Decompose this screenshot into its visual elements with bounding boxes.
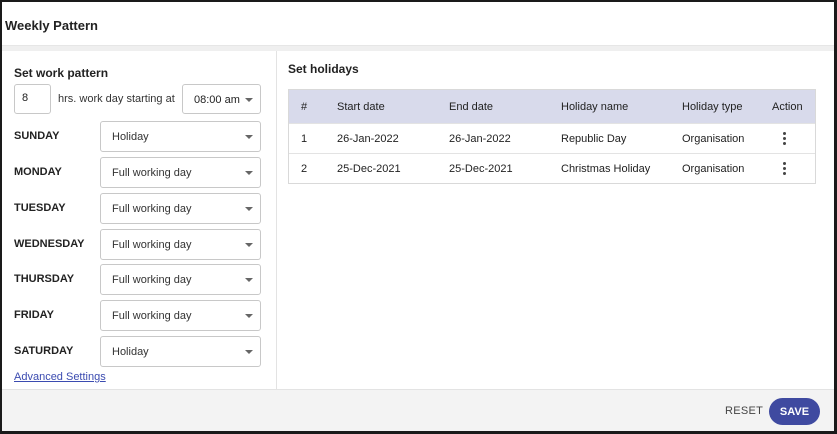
day-row-friday: FRIDAY Full working day (2, 300, 277, 332)
day-select-wednesday[interactable]: Full working day (100, 229, 261, 260)
column-header-holiday-name: Holiday name (561, 100, 629, 113)
column-header-start-date: Start date (337, 100, 385, 113)
table-row: 2 25-Dec-2021 25-Dec-2021 Christmas Holi… (289, 153, 815, 183)
row-action-cell (779, 154, 789, 183)
day-label: TUESDAY (14, 202, 66, 214)
day-row-tuesday: TUESDAY Full working day (2, 193, 277, 225)
table-row: 1 26-Jan-2022 26-Jan-2022 Republic Day O… (289, 123, 815, 153)
column-header-action: Action (772, 100, 803, 113)
cell-holiday-type: Organisation (682, 162, 745, 175)
more-vertical-icon[interactable] (779, 132, 789, 145)
cell-start-date: 26-Jan-2022 (337, 132, 399, 145)
hours-label: hrs. work day starting at (58, 93, 175, 105)
cell-end-date: 26-Jan-2022 (449, 132, 511, 145)
start-time-select[interactable]: 08:00 am (182, 84, 261, 114)
more-vertical-icon[interactable] (779, 162, 789, 175)
chevron-down-icon (245, 350, 253, 354)
day-select-friday[interactable]: Full working day (100, 300, 261, 331)
day-select-thursday[interactable]: Full working day (100, 264, 261, 295)
day-select-value: Full working day (112, 203, 192, 215)
panel-header: Weekly Pattern (2, 2, 834, 46)
chevron-down-icon (245, 135, 253, 139)
cell-number: 2 (301, 162, 308, 175)
day-row-thursday: THURSDAY Full working day (2, 264, 277, 296)
day-label: SUNDAY (14, 130, 60, 142)
cell-end-date: 25-Dec-2021 (449, 162, 513, 175)
advanced-settings-link[interactable]: Advanced Settings (14, 371, 106, 383)
start-time-value: 08:00 am (194, 94, 240, 106)
day-select-sunday[interactable]: Holiday (100, 121, 261, 152)
day-select-value: Full working day (112, 167, 192, 179)
day-select-saturday[interactable]: Holiday (100, 336, 261, 367)
work-pattern-section: Set work pattern 8 hrs. work day startin… (2, 51, 277, 389)
day-select-value: Full working day (112, 274, 192, 286)
day-label: WEDNESDAY (14, 238, 85, 250)
day-row-sunday: SUNDAY Holiday (2, 121, 277, 153)
chevron-down-icon (245, 171, 253, 175)
cell-number: 1 (301, 132, 308, 145)
day-label: THURSDAY (14, 273, 75, 285)
day-select-monday[interactable]: Full working day (100, 157, 261, 188)
day-select-tuesday[interactable]: Full working day (100, 193, 261, 224)
chevron-down-icon (245, 243, 253, 247)
work-pattern-title: Set work pattern (14, 66, 109, 80)
day-label: SATURDAY (14, 345, 74, 357)
cell-holiday-name: Republic Day (561, 132, 627, 145)
hours-input[interactable]: 8 (14, 84, 51, 114)
day-select-value: Full working day (112, 239, 192, 251)
reset-button[interactable]: RESET (725, 405, 763, 417)
footer-bar: RESET SAVE (2, 389, 834, 431)
cell-holiday-type: Organisation (682, 132, 745, 145)
save-button[interactable]: SAVE (769, 398, 820, 425)
day-select-value: Holiday (112, 346, 149, 358)
cell-start-date: 25-Dec-2021 (337, 162, 401, 175)
day-select-value: Full working day (112, 310, 192, 322)
chevron-down-icon (245, 98, 253, 102)
column-header-number: # (301, 100, 308, 113)
page-title: Weekly Pattern (5, 18, 98, 33)
chevron-down-icon (245, 278, 253, 282)
day-row-wednesday: WEDNESDAY Full working day (2, 229, 277, 261)
column-header-holiday-type: Holiday type (682, 100, 743, 113)
weekly-pattern-panel: Weekly Pattern Set work pattern 8 hrs. w… (0, 0, 837, 434)
cell-holiday-name: Christmas Holiday (561, 162, 651, 175)
day-row-saturday: SATURDAY Holiday (2, 336, 277, 368)
day-label: MONDAY (14, 166, 62, 178)
holidays-title: Set holidays (288, 62, 359, 76)
column-header-end-date: End date (449, 100, 494, 113)
chevron-down-icon (245, 207, 253, 211)
day-label: FRIDAY (14, 309, 54, 321)
table-header: # Start date End date Holiday name Holid… (289, 90, 815, 123)
row-action-cell (779, 124, 789, 153)
chevron-down-icon (245, 314, 253, 318)
day-select-value: Holiday (112, 131, 149, 143)
day-row-monday: MONDAY Full working day (2, 157, 277, 189)
holidays-section: Set holidays # Start date End date Holid… (278, 51, 834, 389)
holidays-table: # Start date End date Holiday name Holid… (288, 89, 816, 184)
